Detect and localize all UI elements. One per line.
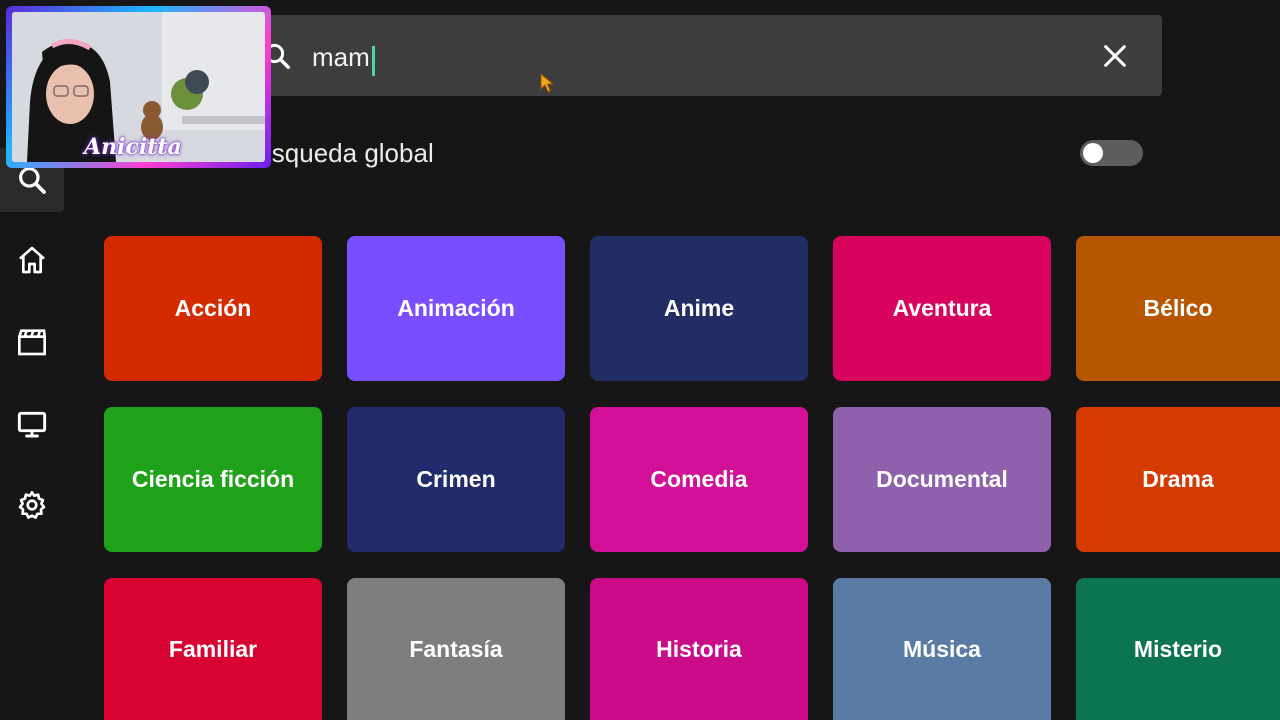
global-search-label: Búsqueda global [240, 138, 434, 168]
monitor-icon [17, 411, 47, 438]
genre-tile-familiar[interactable]: Familiar [104, 578, 322, 720]
genre-tile-drama[interactable]: Drama [1076, 407, 1280, 552]
webcam-feed: Anicitta [12, 12, 265, 162]
genre-tile-misterio[interactable]: Misterio [1076, 578, 1280, 720]
genre-tile-documental[interactable]: Documental [833, 407, 1051, 552]
genre-tile-accion[interactable]: Acción [104, 236, 322, 381]
genre-tile-musica[interactable]: Música [833, 578, 1051, 720]
close-icon [1104, 45, 1126, 67]
clapperboard-icon [18, 329, 46, 356]
search-icon [19, 167, 46, 194]
sidebar-item-tv[interactable] [0, 392, 64, 456]
global-search-toggle[interactable] [1080, 140, 1143, 166]
search-bar [240, 15, 1162, 96]
clear-search-button[interactable] [1096, 37, 1134, 75]
text-caret [372, 46, 375, 76]
sidebar-item-movies[interactable] [0, 310, 64, 374]
sidebar-item-settings[interactable] [0, 473, 64, 537]
mouse-pointer-icon [540, 73, 555, 93]
global-search-row: Búsqueda global [240, 128, 1160, 180]
genre-tile-fantasia[interactable]: Fantasía [347, 578, 565, 720]
streamer-webcam-overlay: Anicitta [6, 6, 271, 168]
genre-tile-aventura[interactable]: Aventura [833, 236, 1051, 381]
genre-tile-animacion[interactable]: Animación [347, 236, 565, 381]
streamer-name: Anicitta [84, 134, 182, 160]
toggle-knob [1083, 143, 1103, 163]
genre-tile-anime[interactable]: Anime [590, 236, 808, 381]
search-input[interactable] [310, 37, 1074, 77]
genre-tile-crimen[interactable]: Crimen [347, 407, 565, 552]
genre-tile-ciencia-ficcion[interactable]: Ciencia ficción [104, 407, 322, 552]
sidebar-item-home[interactable] [0, 228, 64, 292]
genre-tile-comedia[interactable]: Comedia [590, 407, 808, 552]
home-icon [19, 246, 45, 274]
gear-icon [18, 491, 46, 519]
genre-tile-belico[interactable]: Bélico [1076, 236, 1280, 381]
genre-tile-historia[interactable]: Historia [590, 578, 808, 720]
